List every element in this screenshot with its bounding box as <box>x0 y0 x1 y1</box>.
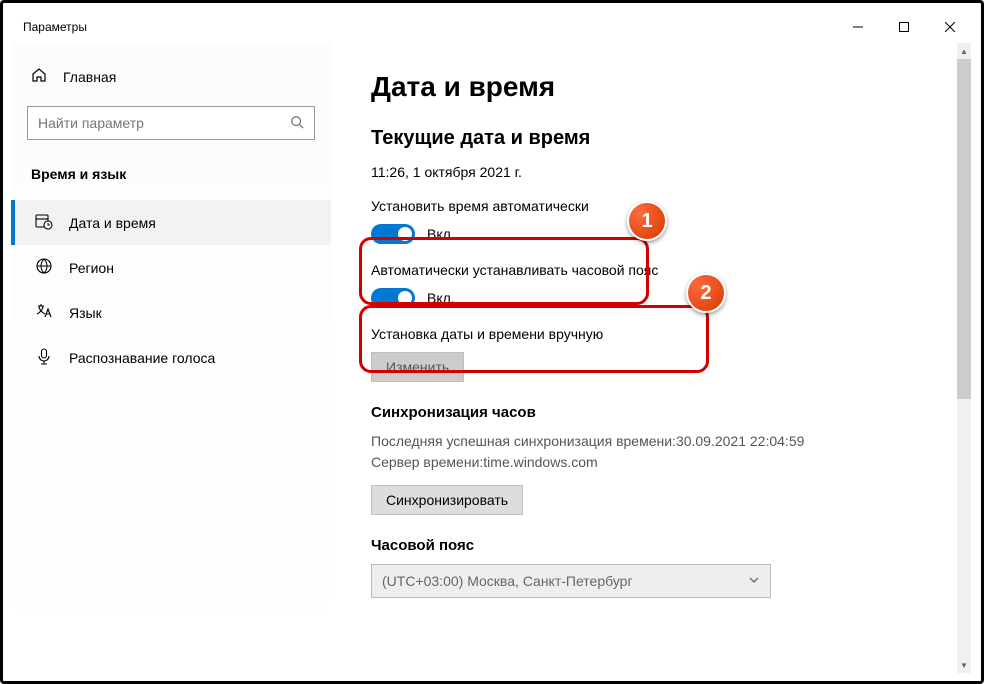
current-datetime: 11:26, 1 октября 2021 г. <box>371 164 933 180</box>
page-title: Дата и время <box>371 71 933 103</box>
sync-info: Последняя успешная синхронизация времени… <box>371 431 933 473</box>
sidebar-item-label: Дата и время <box>69 215 156 231</box>
sidebar-item-language[interactable]: Язык <box>11 290 331 335</box>
sidebar-item-label: Регион <box>69 260 114 276</box>
window-controls <box>835 11 973 43</box>
timezone-select[interactable]: (UTC+03:00) Москва, Санкт-Петербург <box>371 564 771 598</box>
sidebar-item-speech[interactable]: Распознавание голоса <box>11 335 331 380</box>
toggle-state: Вкл. <box>427 290 455 306</box>
toggle-auto-time[interactable] <box>371 224 415 244</box>
main-panel: Дата и время Текущие дата и время 11:26,… <box>331 43 973 673</box>
minimize-button[interactable] <box>835 11 881 43</box>
server-value: time.windows.com <box>483 454 597 470</box>
setting-label: Установить время автоматически <box>371 198 933 214</box>
search-input[interactable]: Найти параметр <box>27 106 315 140</box>
scroll-up-arrow[interactable]: ▲ <box>957 43 971 59</box>
microphone-icon <box>35 347 53 368</box>
calendar-clock-icon <box>35 212 53 233</box>
setting-label: Установка даты и времени вручную <box>371 326 933 342</box>
maximize-button[interactable] <box>881 11 927 43</box>
sidebar-category: Время и язык <box>11 158 331 200</box>
setting-auto-time: Установить время автоматически Вкл. <box>371 198 933 244</box>
section-current-datetime: Текущие дата и время <box>371 127 933 150</box>
last-sync-value: 30.09.2021 22:04:59 <box>676 433 804 449</box>
sidebar-item-region[interactable]: Регион <box>11 245 331 290</box>
setting-label: Автоматически устанавливать часовой пояс <box>371 262 933 278</box>
toggle-auto-timezone[interactable] <box>371 288 415 308</box>
chevron-down-icon <box>748 573 760 589</box>
sidebar-item-label: Распознавание голоса <box>69 350 215 366</box>
home-nav[interactable]: Главная <box>11 59 331 94</box>
scrollbar[interactable]: ▲ ▼ <box>957 43 971 673</box>
toggle-state: Вкл. <box>427 226 455 242</box>
scroll-thumb[interactable] <box>957 59 971 399</box>
section-timezone: Часовой пояс <box>371 537 933 554</box>
close-button[interactable] <box>927 11 973 43</box>
sync-now-button[interactable]: Синхронизировать <box>371 485 523 515</box>
window-title: Параметры <box>23 20 87 34</box>
setting-auto-timezone: Автоматически устанавливать часовой пояс… <box>371 262 933 308</box>
home-icon <box>31 67 47 86</box>
section-sync: Синхронизация часов <box>371 404 933 421</box>
scroll-down-arrow[interactable]: ▼ <box>957 657 971 673</box>
change-button[interactable]: Изменить <box>371 352 464 382</box>
last-sync-label: Последняя успешная синхронизация времени… <box>371 433 676 449</box>
home-label: Главная <box>63 69 116 85</box>
language-icon <box>35 302 53 323</box>
sidebar-item-label: Язык <box>69 305 102 321</box>
search-icon <box>290 115 304 132</box>
globe-icon <box>35 257 53 278</box>
server-label: Сервер времени: <box>371 454 483 470</box>
timezone-value: (UTC+03:00) Москва, Санкт-Петербург <box>382 573 633 589</box>
sidebar-item-date-time[interactable]: Дата и время <box>11 200 331 245</box>
search-placeholder: Найти параметр <box>38 115 144 131</box>
titlebar: Параметры <box>11 11 973 43</box>
sidebar: Главная Найти параметр Время и язык <box>11 43 331 673</box>
setting-manual: Установка даты и времени вручную Изменит… <box>371 326 933 382</box>
